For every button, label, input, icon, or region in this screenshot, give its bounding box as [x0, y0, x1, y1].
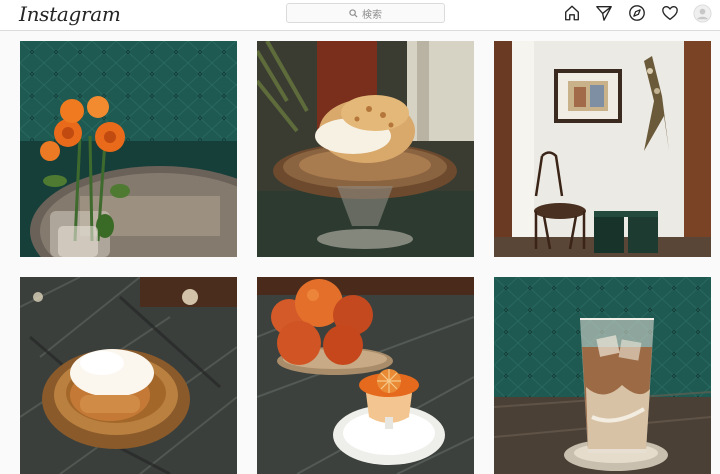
- top-navigation-bar: Instagram 検索: [0, 0, 720, 31]
- explore-compass-icon[interactable]: [627, 3, 647, 23]
- post-thumbnail-iced-drink[interactable]: [494, 277, 711, 474]
- post-thumbnail-cream-puff[interactable]: [257, 41, 474, 257]
- profile-avatar-icon[interactable]: [692, 3, 712, 23]
- home-icon[interactable]: [562, 3, 582, 23]
- posts-grid: [0, 31, 720, 474]
- nav-icons: [0, 3, 720, 23]
- post-thumbnail-pastry[interactable]: [20, 277, 237, 474]
- post-thumbnail-oranges-dessert[interactable]: [257, 277, 474, 474]
- activity-heart-icon[interactable]: [660, 3, 680, 23]
- post-thumbnail-chair-corner[interactable]: [494, 41, 711, 257]
- post-thumbnail-roses[interactable]: [20, 41, 237, 257]
- direct-send-icon[interactable]: [594, 3, 614, 23]
